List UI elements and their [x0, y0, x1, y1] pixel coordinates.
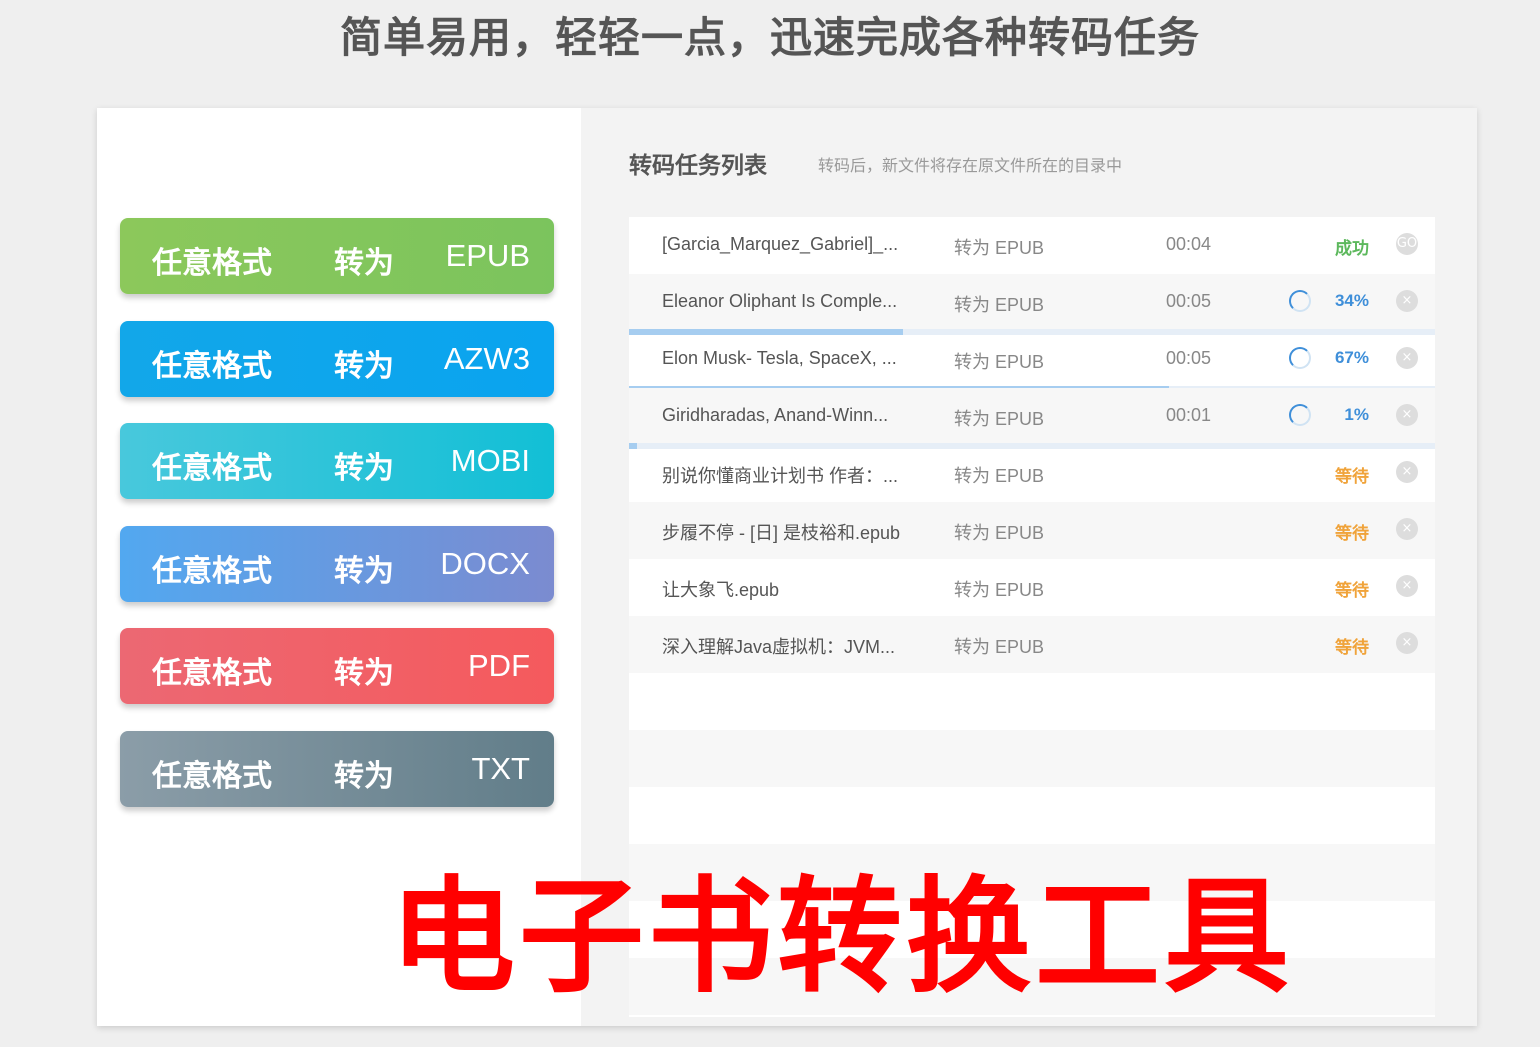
- task-row[interactable]: Eleanor Oliphant Is Comple... 转为 EPUB 00:0…: [629, 274, 1435, 335]
- task-row[interactable]: 深入理解Java虚拟机：JVM... 转为 EPUB 等待 ×: [629, 616, 1435, 673]
- format-button-target-label: TXT: [471, 751, 530, 786]
- task-row[interactable]: 让大象飞.epub 转为 EPUB 等待 ×: [629, 559, 1435, 616]
- open-folder-icon[interactable]: GO: [1396, 233, 1418, 255]
- task-elapsed-time: 00:04: [1166, 234, 1212, 254]
- task-row[interactable]: Giridharadas, Anand-Winn... 转为 EPUB 00:01 1…: [629, 388, 1435, 449]
- format-button-to-label: 转为: [334, 349, 394, 384]
- task-file-name: 让大象飞.epub: [662, 580, 780, 600]
- format-button-any-label: 任意格式: [152, 759, 272, 794]
- task-file-name: Giridharadas, Anand-Winn...: [662, 405, 889, 425]
- format-button-to-label: 转为: [334, 246, 394, 281]
- task-target-format: 转为 EPUB: [954, 352, 1045, 372]
- task-status: 等待: [1335, 524, 1369, 543]
- task-elapsed-time: 00:01: [1166, 405, 1212, 425]
- task-list-title: 转码任务列表: [629, 153, 767, 179]
- task-list-subtitle: 转码后，新文件将存在原文件所在的目录中: [818, 156, 1123, 175]
- remove-task-icon[interactable]: ×: [1396, 461, 1418, 483]
- format-button-target-label: EPUB: [445, 238, 530, 273]
- convert-to-docx-button[interactable]: 任意格式 转为 DOCX: [120, 526, 554, 602]
- format-button-any-label: 任意格式: [152, 246, 272, 281]
- empty-row: [629, 673, 1435, 730]
- task-target-format: 转为 EPUB: [954, 466, 1045, 486]
- loading-spinner-icon: [1289, 347, 1311, 369]
- task-file-name: 步履不停 - [日] 是枝裕和.epub: [662, 523, 901, 543]
- format-button-target-label: DOCX: [440, 546, 530, 581]
- format-button-to-label: 转为: [334, 554, 394, 589]
- remove-task-icon[interactable]: ×: [1396, 575, 1418, 597]
- task-status: 等待: [1335, 581, 1369, 600]
- task-file-name: [Garcia_Marquez_Gabriel]_...: [662, 234, 899, 254]
- task-target-format: 转为 EPUB: [954, 409, 1045, 429]
- format-button-target-label: PDF: [468, 648, 530, 683]
- task-status: 1%: [1344, 405, 1369, 424]
- task-file-name: 深入理解Java虚拟机：JVM...: [662, 637, 896, 657]
- format-button-target-label: AZW3: [443, 341, 530, 376]
- loading-spinner-icon: [1289, 404, 1311, 426]
- format-button-any-label: 任意格式: [152, 451, 272, 486]
- task-status: 67%: [1334, 348, 1369, 367]
- empty-row: [629, 730, 1435, 787]
- task-file-name: Elon Musk- Tesla, SpaceX, ...: [662, 348, 897, 368]
- task-target-format: 转为 EPUB: [954, 523, 1045, 543]
- task-row[interactable]: [Garcia_Marquez_Gabriel]_... 转为 EPUB 00:04…: [629, 217, 1435, 274]
- format-button-to-label: 转为: [334, 656, 394, 691]
- task-status: 34%: [1334, 291, 1369, 310]
- format-button-any-label: 任意格式: [152, 656, 272, 691]
- task-target-format: 转为 EPUB: [954, 238, 1045, 258]
- convert-to-mobi-button[interactable]: 任意格式 转为 MOBI: [120, 423, 554, 499]
- task-row[interactable]: Elon Musk- Tesla, SpaceX, ... 转为 EPUB 00:0…: [629, 331, 1435, 392]
- task-file-name: Eleanor Oliphant Is Comple...: [662, 291, 898, 311]
- remove-task-icon[interactable]: ×: [1396, 632, 1418, 654]
- task-status: 等待: [1335, 467, 1369, 486]
- format-button-to-label: 转为: [334, 451, 394, 486]
- task-row[interactable]: 步履不停 - [日] 是枝裕和.epub 转为 EPUB 等待 ×: [629, 502, 1435, 559]
- task-target-format: 转为 EPUB: [954, 295, 1045, 315]
- format-button-target-label: MOBI: [450, 443, 530, 478]
- task-row[interactable]: 别说你懂商业计划书 作者：... 转为 EPUB 等待 ×: [629, 445, 1435, 502]
- convert-to-pdf-button[interactable]: 任意格式 转为 PDF: [120, 628, 554, 704]
- format-button-any-label: 任意格式: [152, 554, 272, 589]
- convert-to-azw3-button[interactable]: 任意格式 转为 AZW3: [120, 321, 554, 397]
- task-target-format: 转为 EPUB: [954, 637, 1045, 657]
- task-target-format: 转为 EPUB: [954, 580, 1045, 600]
- remove-task-icon[interactable]: ×: [1396, 290, 1418, 312]
- remove-task-icon[interactable]: ×: [1396, 518, 1418, 540]
- overlay-title: 电子书转换工具: [390, 865, 1293, 1010]
- remove-task-icon[interactable]: ×: [1396, 347, 1418, 369]
- remove-task-icon[interactable]: ×: [1396, 404, 1418, 426]
- page-headline: 简单易用，轻轻一点，迅速完成各种转码任务: [339, 13, 1200, 62]
- task-status: 成功: [1335, 239, 1369, 258]
- task-file-name: 别说你懂商业计划书 作者：...: [662, 466, 899, 486]
- convert-to-epub-button[interactable]: 任意格式 转为 EPUB: [120, 218, 554, 294]
- loading-spinner-icon: [1289, 290, 1311, 312]
- task-elapsed-time: 00:05: [1166, 291, 1212, 311]
- convert-to-txt-button[interactable]: 任意格式 转为 TXT: [120, 731, 554, 807]
- format-button-any-label: 任意格式: [152, 349, 272, 384]
- task-status: 等待: [1335, 638, 1369, 657]
- task-elapsed-time: 00:05: [1166, 348, 1212, 368]
- format-button-to-label: 转为: [334, 759, 394, 794]
